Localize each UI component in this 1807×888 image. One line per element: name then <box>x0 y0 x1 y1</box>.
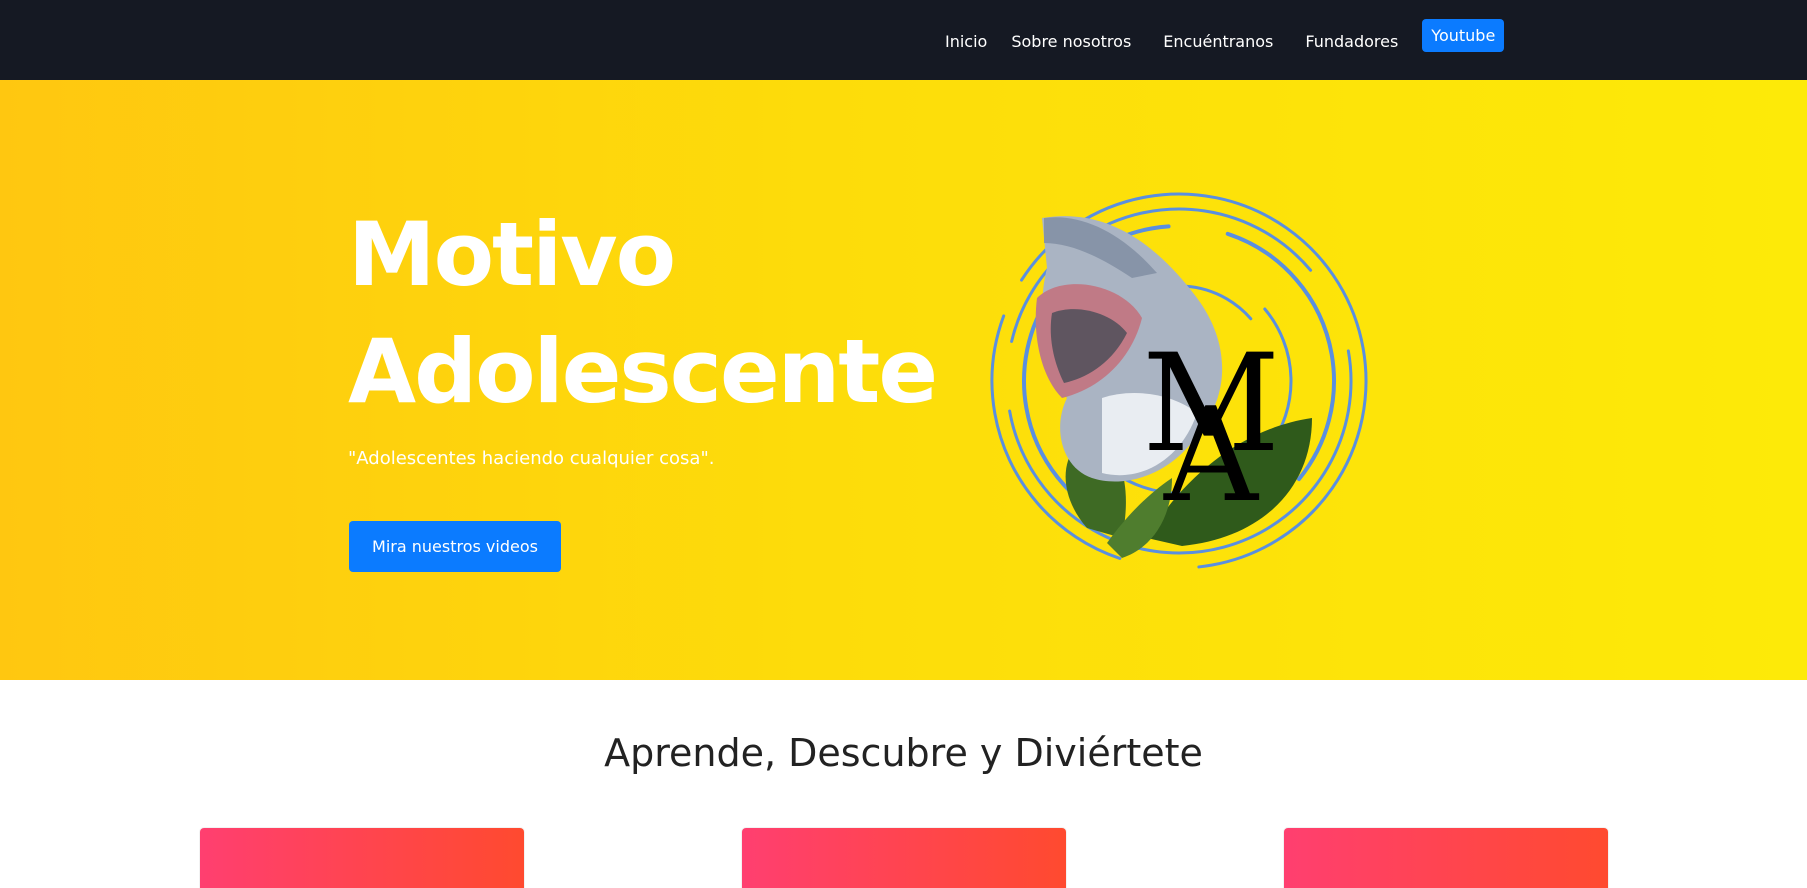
section-title: Aprende, Descubre y Diviértete <box>604 731 1203 775</box>
hero-subtitle: "Adolescentes haciendo cualquier cosa". <box>348 448 715 469</box>
hero-section: Motivo Adolescente "Adolescentes haciend… <box>0 80 1807 680</box>
feature-card <box>742 828 1066 888</box>
nav-link-fundadores[interactable]: Fundadores <box>1305 32 1398 51</box>
nav-links: Inicio Sobre nosotros Encuéntranos Funda… <box>945 0 1505 80</box>
nav-link-encuentranos[interactable]: Encuéntranos <box>1163 32 1273 51</box>
feature-card <box>200 828 524 888</box>
nav-link-inicio[interactable]: Inicio <box>945 32 987 51</box>
top-navbar: Inicio Sobre nosotros Encuéntranos Funda… <box>0 0 1807 80</box>
nav-link-sobre-nosotros[interactable]: Sobre nosotros <box>1011 32 1131 51</box>
feature-card <box>1284 828 1608 888</box>
motivo-adolescente-logo-icon: M A <box>990 192 1368 570</box>
logo-letter-a: A <box>1163 379 1260 531</box>
hero-title: Motivo Adolescente <box>348 196 948 430</box>
hero-title-line1: Motivo <box>348 203 676 306</box>
watch-videos-button[interactable]: Mira nuestros videos <box>349 521 561 572</box>
hero-title-line2: Adolescente <box>348 320 938 423</box>
youtube-button[interactable]: Youtube <box>1422 18 1505 52</box>
